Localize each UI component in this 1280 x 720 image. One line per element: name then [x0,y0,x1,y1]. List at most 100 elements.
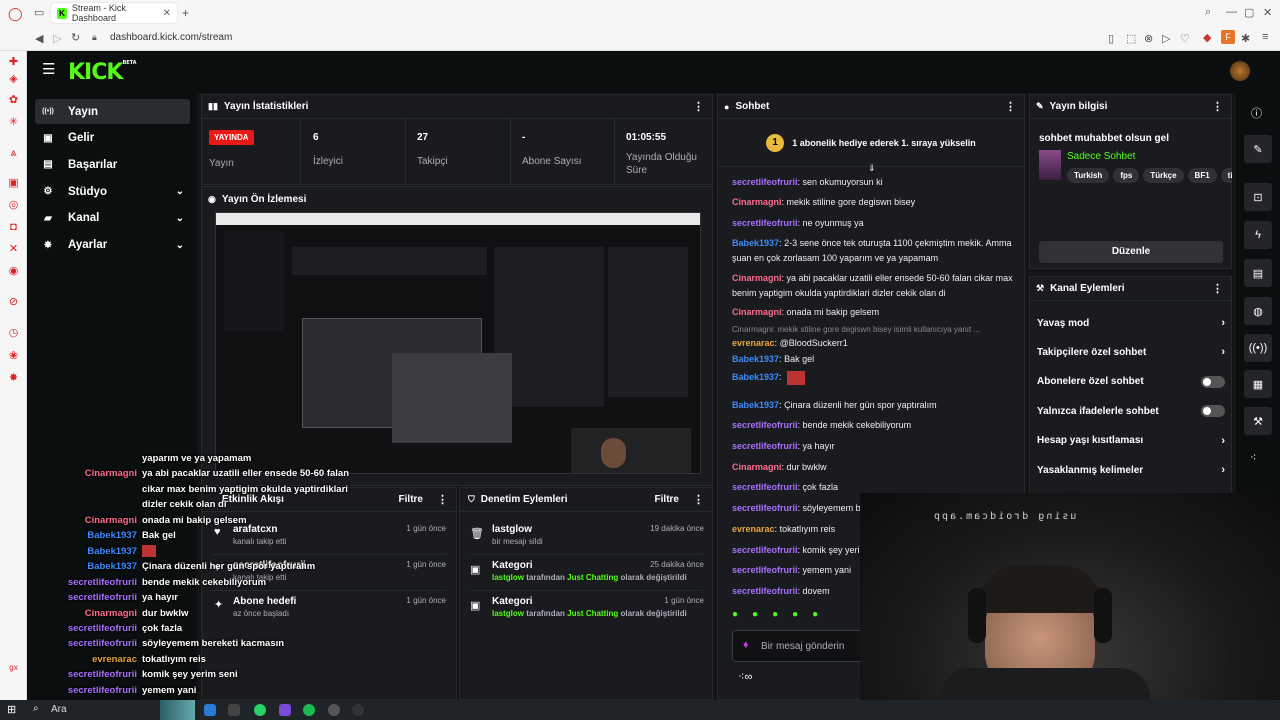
chat-username[interactable]: evrenarac [732,338,775,348]
nav-item-2[interactable]: ▤ Başarılar [35,152,190,177]
chat-message[interactable]: Babek1937: Bak gel [732,352,1017,367]
toggle-switch[interactable] [1201,375,1225,388]
chat-bubble-icon[interactable]: ◍ [1244,297,1272,325]
chat-message[interactable]: secretlifeofrurii: sen okumuyorsun ki [732,175,1017,190]
instagram-icon[interactable]: ◘ [7,221,20,234]
close-icon[interactable]: ✕ [163,8,171,19]
app-icon[interactable] [352,704,364,716]
search-icon[interactable]: ⌕ [33,703,39,714]
chat-username[interactable]: secretlifeofrurii [732,586,798,596]
tag-pill[interactable]: Türkçe [1143,168,1184,183]
chevron-right-icon[interactable]: › [1221,346,1225,358]
new-tab-button[interactable]: + [182,6,189,20]
chat-username[interactable]: secretlifeofrurii [732,420,798,430]
nav-item-3[interactable]: ⚙ Stüdyo ⌄ [35,179,190,204]
chat-username[interactable]: secretlifeofrurii [732,545,798,555]
tag-pill[interactable]: BF1 [1187,168,1217,183]
tag-pill[interactable]: ti [1220,168,1232,183]
chat-username[interactable]: Babek1937 [732,354,779,364]
lightning-icon[interactable]: ϟ [1244,221,1272,249]
heart-icon[interactable]: ♡ [1180,32,1190,45]
whatsapp-icon[interactable] [254,704,266,716]
chat-message[interactable]: Babek1937: Çinara düzenli her gün spor y… [732,398,1017,413]
more-icon[interactable]: ⋮ [1005,100,1016,113]
settings-dots-icon[interactable]: ⁖∞ [738,670,752,683]
tag-pill[interactable]: Turkish [1067,168,1110,183]
chat-message[interactable]: Babek1937: [732,370,1017,385]
chat-message[interactable]: Babek1937: 2-3 sene önce tek oturuşta 11… [732,236,1017,266]
windows-start-icon[interactable]: ⊞ [7,703,16,716]
channel-action-3[interactable]: Yalnızca ifadelerle sohbet [1037,403,1225,419]
browser-tab[interactable]: K Stream - Kick Dashboard ✕ [51,3,177,23]
vpn-icon[interactable]: ⊗ [1144,32,1153,45]
filter-button[interactable]: Filtre [655,494,679,505]
gift-icon[interactable]: ❀ [7,350,20,363]
filter-button[interactable]: Filtre [399,494,423,505]
obs-icon[interactable] [328,704,340,716]
url-field[interactable]: dashboard.kick.com/stream [110,32,232,43]
chat-message[interactable]: Cinarmagni: onada mi bakip gelsem [732,305,1017,320]
chat-username[interactable]: Cinarmagni [732,307,782,317]
history-icon[interactable]: ◷ [7,327,20,340]
chat-username[interactable]: Babek1937 [732,372,779,382]
chevron-right-icon[interactable]: › [1221,435,1225,447]
wrench-icon[interactable]: ⚒ [1244,407,1272,435]
hamburger-icon[interactable]: ☰ [42,62,55,77]
target-icon[interactable]: ⊡ [1244,183,1272,211]
chevron-right-icon[interactable]: › [1221,317,1225,329]
play-icon[interactable]: ▷ [1162,32,1170,45]
nav-item-5[interactable]: ✸ Ayarlar ⌄ [35,233,190,258]
taskbar-search[interactable]: Ara [51,704,67,715]
twitch-icon[interactable]: ▣ [7,177,20,190]
dots-icon[interactable]: ⁖ [1250,451,1256,464]
discord-icon[interactable]: ◉ [7,265,20,278]
back-icon[interactable]: ◀ [35,32,43,45]
snapshot-icon[interactable]: ⬚ [1126,32,1136,45]
taskbar-thumbnail[interactable] [160,700,195,720]
chat-username[interactable]: secretlifeofrurii [732,441,798,451]
activity-item[interactable]: ♥ arafatcxn kanalı takip etti 1 gün önce [214,524,446,546]
more-icon[interactable]: ⋮ [693,100,704,113]
forward-icon[interactable]: ▷ [53,32,61,45]
edit-button[interactable]: Düzenle [1039,241,1223,263]
kick-logo[interactable]: KICKBETA [68,60,137,85]
draw-icon[interactable]: ⩓ [7,147,20,160]
user-avatar[interactable] [1230,61,1250,81]
nav-item-0[interactable]: ((•)) Yayın [35,99,190,124]
chat-username[interactable]: Cinarmagni [732,273,782,283]
info-icon[interactable]: ⓘ [1251,105,1262,121]
chat-username[interactable]: evrenarac [732,524,775,534]
more-icon[interactable]: ⋮ [437,493,448,506]
workspace-icon[interactable]: ✚ [7,56,20,69]
pencil-icon[interactable]: ✎ [1244,135,1272,163]
moderation-item[interactable]: 🗑︎ lastglow bir mesajı sildi 19 dakika önce [470,524,704,546]
moderation-item[interactable]: ▣ Kategori lastglow tarafından Just Chatti… [470,560,704,582]
chat-message[interactable]: secretlifeofrurii: bende mekik cekebiliy… [732,418,1017,433]
app-icon[interactable] [228,704,240,716]
mic-icon[interactable]: ♦ [743,639,749,651]
chat-username[interactable]: Babek1937 [732,400,779,410]
channel-action-1[interactable]: Takipçilere özel sohbet › [1037,344,1225,360]
chat-username[interactable]: secretlifeofrurii [732,565,798,575]
tag-pill[interactable]: fps [1113,168,1140,183]
nav-item-4[interactable]: ▰ Kanal ⌄ [35,206,190,231]
chat-message[interactable]: Cinarmagni: mekik stiline gore degiswn b… [732,195,1017,210]
chat-message[interactable]: evrenarac: @BloodSuckerr1 [732,336,1017,351]
bookmark-icon[interactable]: ▯ [1108,32,1114,45]
more-icon[interactable]: ⋮ [1212,100,1223,113]
more-icon[interactable]: ⋮ [1212,282,1223,295]
chevron-down-icon[interactable]: ⌄ [176,186,184,197]
chevron-right-icon[interactable]: › [1221,464,1225,476]
chevron-down-icon[interactable]: ⌄ [176,240,184,251]
moderation-item[interactable]: ▣ Kategori lastglow tarafından Just Chatti… [470,596,704,618]
chat-username[interactable]: Cinarmagni [732,462,782,472]
opera-logo-icon[interactable]: ◯ [8,6,23,22]
emote-bar[interactable]: ●●●●● [732,609,862,623]
chat-username[interactable]: Cinarmagni [732,197,782,207]
chevron-down-icon[interactable]: ⌄ [176,213,184,224]
layout-icon[interactable]: ▦ [1244,370,1272,398]
chat-username[interactable]: secretlifeofrurii [732,177,798,187]
compass-icon[interactable]: ◈ [7,73,20,86]
bug-icon[interactable]: ✳ [7,116,20,129]
document-icon[interactable]: ▤ [1244,259,1272,287]
